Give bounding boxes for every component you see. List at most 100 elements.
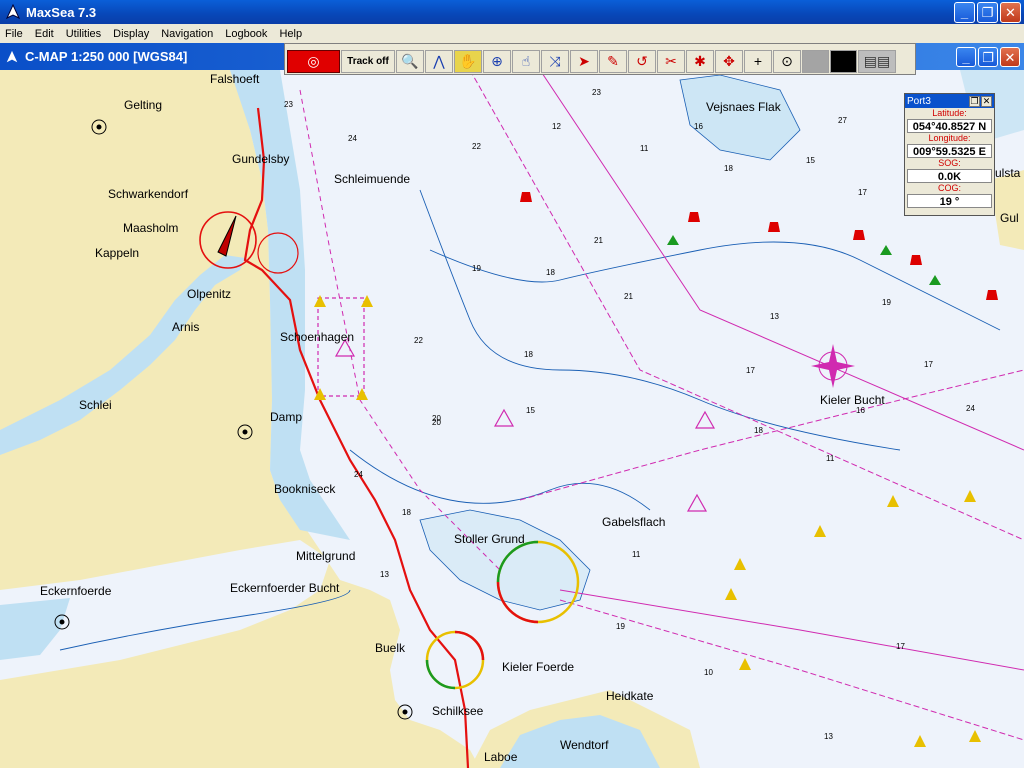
menu-file[interactable]: File — [0, 28, 30, 40]
menubar: File Edit Utilities Display Navigation L… — [0, 24, 1024, 43]
menu-utilities[interactable]: Utilities — [61, 28, 108, 40]
depth-sounding: 17 — [896, 642, 905, 651]
place-label: Schwarkendorf — [108, 187, 189, 201]
layers-icon[interactable]: ▤▤ — [858, 49, 896, 73]
port-info-window[interactable]: Port3 ❐ ✕ Latitude: 054°40.8527 N Longit… — [904, 93, 995, 216]
chart-window-icon — [6, 50, 18, 62]
depth-sounding: 17 — [858, 188, 867, 197]
chart-maximize-button[interactable]: ❐ — [978, 47, 998, 67]
depth-sounding: 23 — [284, 100, 293, 109]
pan-hand-icon[interactable]: ✋ — [454, 49, 482, 73]
plus-icon[interactable]: + — [744, 49, 772, 73]
depth-sounding: 19 — [616, 622, 625, 631]
depth-sounding: 21 — [594, 236, 603, 245]
move-hand-icon[interactable]: ☝ — [512, 49, 540, 73]
depth-sounding: 11 — [826, 454, 835, 463]
close-button[interactable]: ✕ — [1000, 2, 1021, 23]
place-label: Kieler Foerde — [502, 660, 575, 674]
window-controls: _ ❐ ✕ — [954, 2, 1021, 23]
minimize-button[interactable]: _ — [954, 2, 975, 23]
chart-close-button[interactable]: ✕ — [1000, 47, 1020, 67]
maxsea-app-icon — [5, 4, 21, 20]
depth-sounding: 24 — [354, 470, 363, 479]
place-label: Mittelgrund — [296, 549, 356, 563]
depth-sounding: 13 — [770, 312, 779, 321]
track-toggle-button[interactable]: Track off — [341, 49, 395, 73]
depth-sounding: 18 — [524, 350, 533, 359]
place-label: Kappeln — [95, 246, 140, 260]
target-icon[interactable]: ⊙ — [773, 49, 801, 73]
menu-edit[interactable]: Edit — [30, 28, 61, 40]
zoom-icon[interactable]: 🔍 — [396, 49, 424, 73]
port-window-close-button[interactable]: ✕ — [981, 95, 992, 107]
divider-icon[interactable]: ⋀ — [425, 49, 453, 73]
pencil-icon[interactable]: ✎ — [599, 49, 627, 73]
place-label: Eckernfoerder Bucht — [230, 581, 340, 595]
depth-sounding: 19 — [882, 298, 891, 307]
rotate-icon[interactable]: ↺ — [628, 49, 656, 73]
port-window-restore-button[interactable]: ❐ — [969, 95, 980, 107]
port-window-title: Port3 — [907, 95, 931, 107]
depth-sounding: 20 — [432, 418, 441, 427]
depth-sounding: 22 — [414, 336, 423, 345]
move-cross-icon[interactable]: ✥ — [715, 49, 743, 73]
depth-sounding: 17 — [746, 366, 755, 375]
nautical-chart[interactable]: Falshoeft Gelting Gundelsby Schwarkendor… — [0, 70, 1024, 768]
menu-navigation[interactable]: Navigation — [156, 28, 220, 40]
depth-sounding: 19 — [472, 264, 481, 273]
place-label: Kieler Bucht — [820, 393, 885, 407]
depth-sounding: 13 — [380, 570, 389, 579]
chart-minimize-button[interactable]: _ — [956, 47, 976, 67]
depth-sounding: 23 — [592, 88, 601, 97]
place-label: Stoller Grund — [454, 532, 525, 546]
menu-help[interactable]: Help — [274, 28, 309, 40]
record-button[interactable]: ◎ — [287, 49, 340, 73]
depth-sounding: 15 — [526, 406, 535, 415]
cog-label: COG: — [937, 183, 961, 193]
place-label: ulsta — [995, 166, 1021, 180]
scissors-icon[interactable]: ✂ — [657, 49, 685, 73]
longitude-label: Longitude: — [928, 133, 971, 143]
place-label: Damp — [270, 410, 303, 424]
depth-sounding: 16 — [694, 122, 703, 131]
pointer-icon[interactable]: ➤ — [570, 49, 598, 73]
depth-sounding: 27 — [838, 116, 847, 125]
center-icon[interactable]: ⊕ — [483, 49, 511, 73]
depth-sounding: 24 — [966, 404, 975, 413]
depth-sounding: 17 — [924, 360, 933, 369]
depth-sounding: 11 — [632, 550, 641, 559]
place-label: Laboe — [484, 750, 518, 764]
depth-sounding: 18 — [724, 164, 733, 173]
latitude-value: 054°40.8527 N — [907, 119, 992, 133]
app-titlebar: MaxSea 7.3 _ ❐ ✕ — [0, 0, 1024, 24]
mark-icon[interactable]: ✱ — [686, 49, 714, 73]
app-title: MaxSea 7.3 — [26, 4, 97, 20]
place-label: Schoenhagen — [280, 330, 355, 344]
place-label: Olpenitz — [187, 287, 232, 301]
depth-sounding: 18 — [546, 268, 555, 277]
place-label: Vejsnaes Flak — [706, 100, 781, 114]
maximize-button[interactable]: ❐ — [977, 2, 998, 23]
chart-window-controls: _ ❐ ✕ — [956, 47, 1020, 67]
port-window-titlebar[interactable]: Port3 ❐ ✕ — [905, 94, 994, 108]
menu-display[interactable]: Display — [108, 28, 156, 40]
depth-sounding: 12 — [552, 122, 561, 131]
place-label: Schleimuende — [334, 172, 411, 186]
place-label: Schilksee — [432, 704, 484, 718]
route-icon[interactable]: ⤨ — [541, 49, 569, 73]
menu-logbook[interactable]: Logbook — [220, 28, 274, 40]
gray-color-swatch[interactable] — [802, 49, 829, 73]
place-label: Eckernfoerde — [40, 584, 112, 598]
depth-sounding: 21 — [624, 292, 633, 301]
depth-sounding: 18 — [402, 508, 411, 517]
place-label: Gelting — [124, 98, 163, 112]
place-label: Gabelsflach — [602, 515, 666, 529]
longitude-value: 009°59.5325 E — [907, 144, 992, 158]
black-color-swatch[interactable] — [830, 49, 857, 73]
chart-window-title: C-MAP 1:250 000 [WGS84] — [25, 49, 188, 64]
place-label: Falshoeft — [210, 72, 260, 86]
chart-toolbar: ◎ Track off 🔍 ⋀ ✋ ⊕ ☝ ⤨ ➤ ✎ ↺ ✂ ✱ ✥ + ⊙ … — [284, 43, 916, 75]
latitude-label: Latitude: — [932, 108, 967, 118]
cog-value: 19 ° — [907, 194, 992, 208]
place-label: Gul — [1000, 211, 1019, 225]
